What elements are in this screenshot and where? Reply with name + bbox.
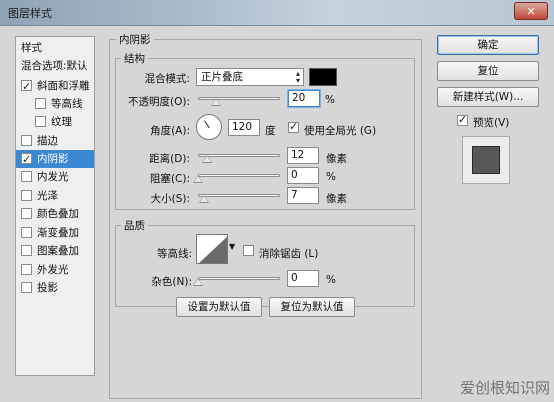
angle-input[interactable]: 120: [228, 119, 260, 136]
size-slider[interactable]: [198, 194, 280, 197]
title-bar: 图层样式 ×: [0, 0, 554, 26]
blend-mode-label: 混合模式:: [144, 73, 190, 85]
checkbox[interactable]: [21, 190, 32, 201]
reset-button[interactable]: 复位: [437, 61, 539, 81]
preview-thumbnail: [462, 136, 510, 184]
anti-alias-label: 消除锯齿 (L): [259, 248, 319, 260]
style-item-texture[interactable]: 纹理: [16, 113, 94, 131]
angle-label: 角度(A):: [150, 125, 190, 137]
global-light-label: 使用全局光 (G): [304, 125, 377, 137]
choke-unit: %: [326, 171, 336, 183]
style-item-gradient-overlay[interactable]: 渐变叠加: [16, 224, 94, 242]
style-item-drop-shadow[interactable]: 投影: [16, 279, 94, 297]
choke-label: 阻塞(C):: [149, 173, 190, 185]
checkbox[interactable]: [21, 264, 32, 275]
angle-unit: 度: [265, 125, 276, 137]
ok-button[interactable]: 确定: [437, 35, 539, 55]
window-title: 图层样式: [8, 7, 52, 20]
distance-label: 距离(D):: [149, 153, 190, 165]
layer-style-dialog: 样式 混合选项:默认 斜面和浮雕 等高线 纹理 描边 内阴影 内发光: [0, 26, 554, 402]
watermark: 爱创根知识网: [459, 379, 550, 397]
shadow-color-swatch[interactable]: [309, 68, 337, 86]
style-item-inner-glow[interactable]: 内发光: [16, 168, 94, 186]
checkbox[interactable]: [21, 208, 32, 219]
inner-shadow-title: 内阴影: [116, 32, 154, 47]
noise-slider[interactable]: [198, 277, 280, 280]
distance-input[interactable]: 12: [287, 147, 319, 164]
noise-label: 杂色(N):: [151, 276, 192, 288]
global-light-checkbox[interactable]: [288, 120, 299, 133]
quality-group: [115, 225, 415, 307]
noise-unit: %: [326, 274, 336, 286]
style-item-pattern-overlay[interactable]: 图案叠加: [16, 242, 94, 260]
size-input[interactable]: 7: [287, 187, 319, 204]
opacity-label: 不透明度(O):: [128, 96, 190, 108]
size-label: 大小(S):: [150, 193, 190, 205]
preview-swatch: [472, 146, 500, 174]
styles-header[interactable]: 样式: [16, 39, 94, 57]
blend-mode-select[interactable]: 正片叠底 ▴ ▾: [196, 68, 304, 86]
opacity-slider-thumb[interactable]: [211, 98, 221, 106]
style-item-satin[interactable]: 光泽: [16, 187, 94, 205]
quality-title: 品质: [121, 218, 148, 233]
noise-input[interactable]: 0: [287, 270, 319, 287]
noise-slider-thumb[interactable]: [193, 278, 203, 286]
choke-slider[interactable]: [198, 174, 280, 177]
contour-label: 等高线:: [156, 248, 192, 260]
blend-options-default[interactable]: 混合选项:默认: [16, 57, 94, 75]
contour-picker[interactable]: [196, 234, 228, 264]
style-item-contour[interactable]: 等高线: [16, 95, 94, 113]
checkbox[interactable]: [21, 78, 32, 95]
checkbox[interactable]: [21, 227, 32, 238]
close-button[interactable]: ×: [514, 2, 548, 20]
checkbox[interactable]: [35, 98, 46, 109]
structure-title: 结构: [121, 51, 148, 66]
angle-dial[interactable]: [196, 114, 222, 140]
checkbox[interactable]: [21, 245, 32, 256]
preview-checkbox[interactable]: [457, 113, 468, 126]
style-item-bevel-emboss[interactable]: 斜面和浮雕: [16, 77, 94, 95]
opacity-input[interactable]: 20: [288, 90, 320, 107]
reset-default-button[interactable]: 复位为默认值: [269, 297, 355, 317]
style-item-outer-glow[interactable]: 外发光: [16, 261, 94, 279]
style-list: 样式 混合选项:默认 斜面和浮雕 等高线 纹理 描边 内阴影 内发光: [15, 36, 95, 376]
size-unit: 像素: [326, 193, 347, 205]
choke-input[interactable]: 0: [287, 167, 319, 184]
style-item-inner-shadow[interactable]: 内阴影: [16, 150, 94, 168]
checkbox[interactable]: [35, 116, 46, 127]
checkbox[interactable]: [21, 135, 32, 146]
new-style-button[interactable]: 新建样式(W)...: [437, 87, 539, 107]
style-item-stroke[interactable]: 描边: [16, 132, 94, 150]
updown-arrow-icon: ▴ ▾: [295, 69, 300, 85]
opacity-unit: %: [325, 94, 335, 106]
distance-unit: 像素: [326, 153, 347, 165]
distance-slider-thumb[interactable]: [202, 155, 212, 163]
contour-dropdown-icon[interactable]: ▼: [229, 242, 235, 251]
checkbox[interactable]: [21, 282, 32, 293]
checkbox[interactable]: [21, 151, 32, 168]
preview-label: 预览(V): [473, 117, 510, 129]
size-slider-thumb[interactable]: [199, 195, 209, 203]
checkbox[interactable]: [21, 171, 32, 182]
anti-alias-checkbox[interactable]: [243, 245, 254, 256]
style-item-color-overlay[interactable]: 颜色叠加: [16, 205, 94, 223]
set-default-button[interactable]: 设置为默认值: [176, 297, 262, 317]
choke-slider-thumb[interactable]: [193, 175, 203, 183]
contour-curve-icon: [199, 236, 227, 263]
